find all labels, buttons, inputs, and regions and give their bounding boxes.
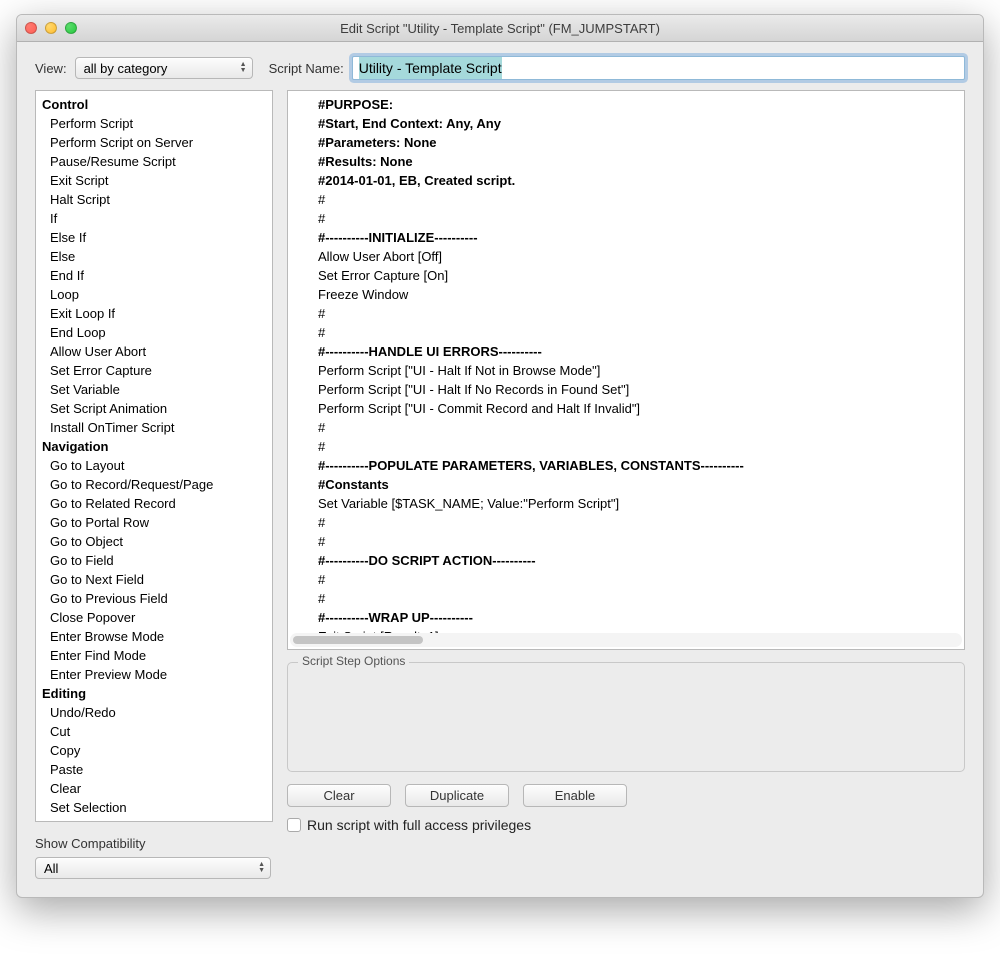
- step-item[interactable]: End If: [42, 266, 272, 285]
- script-line[interactable]: #Parameters: None: [318, 133, 956, 152]
- step-item[interactable]: End Loop: [42, 323, 272, 342]
- step-item[interactable]: Clear: [42, 779, 272, 798]
- step-item[interactable]: Set Error Capture: [42, 361, 272, 380]
- step-item[interactable]: Set Script Animation: [42, 399, 272, 418]
- step-item[interactable]: Go to Record/Request/Page: [42, 475, 272, 494]
- script-line[interactable]: Perform Script ["UI - Halt If No Records…: [318, 380, 956, 399]
- script-line[interactable]: #: [318, 437, 956, 456]
- script-editor[interactable]: #PURPOSE:#Start, End Context: Any, Any#P…: [287, 90, 965, 650]
- compat-label: Show Compatibility: [35, 836, 273, 851]
- script-step-options-group: Script Step Options: [287, 662, 965, 772]
- view-label: View:: [35, 61, 67, 76]
- script-line[interactable]: Allow User Abort [Off]: [318, 247, 956, 266]
- script-line[interactable]: #2014-01-01, EB, Created script.: [318, 171, 956, 190]
- compat-select[interactable]: All: [35, 857, 271, 879]
- step-item[interactable]: Halt Script: [42, 190, 272, 209]
- step-item[interactable]: Paste: [42, 760, 272, 779]
- script-line[interactable]: #: [318, 532, 956, 551]
- script-line[interactable]: #----------DO SCRIPT ACTION----------: [318, 551, 956, 570]
- step-item[interactable]: Set Selection: [42, 798, 272, 817]
- edit-script-window: Edit Script "Utility - Template Script" …: [16, 14, 984, 898]
- script-steps-list[interactable]: ControlPerform ScriptPerform Script on S…: [35, 90, 273, 822]
- step-item[interactable]: Pause/Resume Script: [42, 152, 272, 171]
- horizontal-scrollbar[interactable]: [290, 633, 962, 647]
- step-item[interactable]: Allow User Abort: [42, 342, 272, 361]
- script-name-label: Script Name:: [269, 61, 344, 76]
- step-item[interactable]: Else If: [42, 228, 272, 247]
- script-line[interactable]: Set Variable [$TASK_NAME; Value:"Perform…: [318, 494, 956, 513]
- script-line[interactable]: #----------INITIALIZE----------: [318, 228, 956, 247]
- step-item[interactable]: Perform Script: [42, 114, 272, 133]
- close-icon[interactable]: [25, 22, 37, 34]
- step-item[interactable]: Enter Preview Mode: [42, 665, 272, 684]
- script-name-input[interactable]: Utility - Template Script: [352, 56, 965, 80]
- zoom-icon[interactable]: [65, 22, 77, 34]
- clear-button[interactable]: Clear: [287, 784, 391, 807]
- step-item[interactable]: Go to Next Field: [42, 570, 272, 589]
- step-item[interactable]: Exit Loop If: [42, 304, 272, 323]
- script-line[interactable]: #Constants: [318, 475, 956, 494]
- titlebar: Edit Script "Utility - Template Script" …: [17, 15, 983, 42]
- step-item[interactable]: Go to Related Record: [42, 494, 272, 513]
- options-legend: Script Step Options: [298, 654, 409, 668]
- script-line[interactable]: #: [318, 513, 956, 532]
- script-line[interactable]: Perform Script ["UI - Halt If Not in Bro…: [318, 361, 956, 380]
- script-line[interactable]: #: [318, 209, 956, 228]
- step-item[interactable]: If: [42, 209, 272, 228]
- step-item[interactable]: Go to Portal Row: [42, 513, 272, 532]
- script-line[interactable]: Perform Script ["UI - Commit Record and …: [318, 399, 956, 418]
- step-item[interactable]: Loop: [42, 285, 272, 304]
- view-select[interactable]: all by category: [75, 57, 253, 79]
- step-item[interactable]: Go to Previous Field: [42, 589, 272, 608]
- step-item[interactable]: Cut: [42, 722, 272, 741]
- script-line[interactable]: #----------POPULATE PARAMETERS, VARIABLE…: [318, 456, 956, 475]
- step-item[interactable]: Enter Browse Mode: [42, 627, 272, 646]
- minimize-icon[interactable]: [45, 22, 57, 34]
- step-item[interactable]: Go to Layout: [42, 456, 272, 475]
- window-controls: [25, 22, 77, 34]
- script-line[interactable]: #: [318, 304, 956, 323]
- full-access-checkbox[interactable]: [287, 818, 301, 832]
- script-line[interactable]: #----------WRAP UP----------: [318, 608, 956, 627]
- script-line[interactable]: #Start, End Context: Any, Any: [318, 114, 956, 133]
- step-item[interactable]: Perform Script on Server: [42, 133, 272, 152]
- script-line[interactable]: #Results: None: [318, 152, 956, 171]
- duplicate-button[interactable]: Duplicate: [405, 784, 509, 807]
- script-line[interactable]: Set Error Capture [On]: [318, 266, 956, 285]
- step-item[interactable]: Go to Field: [42, 551, 272, 570]
- script-line[interactable]: #: [318, 570, 956, 589]
- script-line[interactable]: Freeze Window: [318, 285, 956, 304]
- script-line[interactable]: #PURPOSE:: [318, 95, 956, 114]
- script-line[interactable]: #: [318, 190, 956, 209]
- script-line[interactable]: #: [318, 418, 956, 437]
- step-item[interactable]: Set Variable: [42, 380, 272, 399]
- window-title: Edit Script "Utility - Template Script" …: [17, 21, 983, 36]
- step-category: Navigation: [42, 437, 272, 456]
- script-line[interactable]: #----------HANDLE UI ERRORS----------: [318, 342, 956, 361]
- step-item[interactable]: Copy: [42, 741, 272, 760]
- step-item[interactable]: Install OnTimer Script: [42, 418, 272, 437]
- full-access-label: Run script with full access privileges: [307, 817, 531, 833]
- step-item[interactable]: Go to Object: [42, 532, 272, 551]
- step-category: Editing: [42, 684, 272, 703]
- step-item[interactable]: Undo/Redo: [42, 703, 272, 722]
- script-line[interactable]: #: [318, 323, 956, 342]
- enable-button[interactable]: Enable: [523, 784, 627, 807]
- step-item[interactable]: Enter Find Mode: [42, 646, 272, 665]
- script-line[interactable]: #: [318, 589, 956, 608]
- step-item[interactable]: Close Popover: [42, 608, 272, 627]
- step-category: Control: [42, 95, 272, 114]
- step-item[interactable]: Exit Script: [42, 171, 272, 190]
- step-item[interactable]: Else: [42, 247, 272, 266]
